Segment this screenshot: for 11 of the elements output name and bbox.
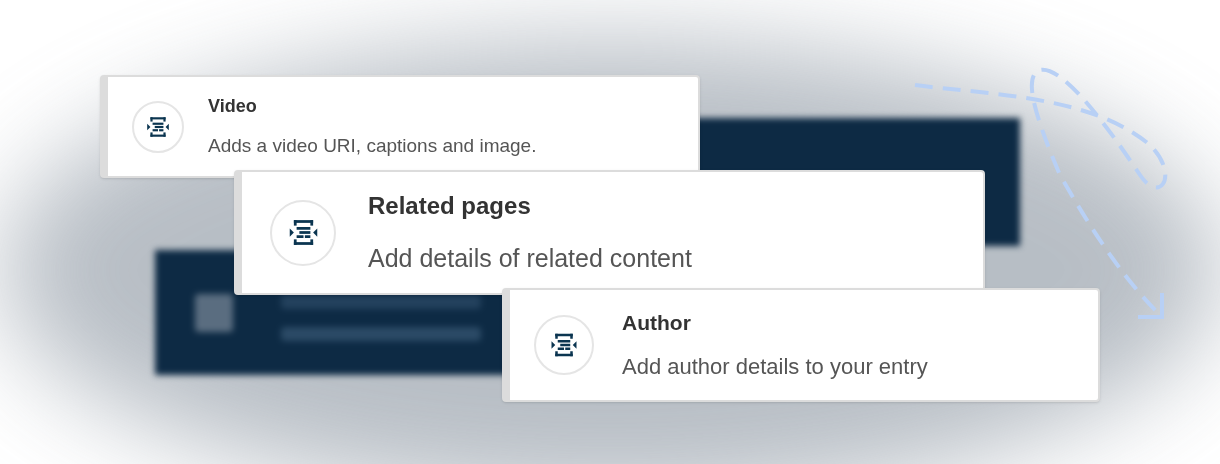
content-type-card[interactable]: Video Adds a video URI, captions and image.	[100, 75, 700, 178]
card-title: Author	[622, 309, 692, 336]
content-type-card[interactable]: Related pages Add details of related content	[234, 170, 985, 295]
content-type-card[interactable]: Author Add author details to your entry	[502, 288, 1100, 402]
card-title: Related pages	[368, 190, 532, 221]
card-title: Video	[208, 94, 258, 118]
card-description: Add details of related content	[368, 242, 692, 274]
content-type-icon	[132, 100, 184, 153]
content-type-icon	[534, 315, 594, 375]
card-description: Adds a video URI, captions and image.	[208, 133, 537, 158]
card-description: Add author details to your entry	[622, 353, 928, 382]
